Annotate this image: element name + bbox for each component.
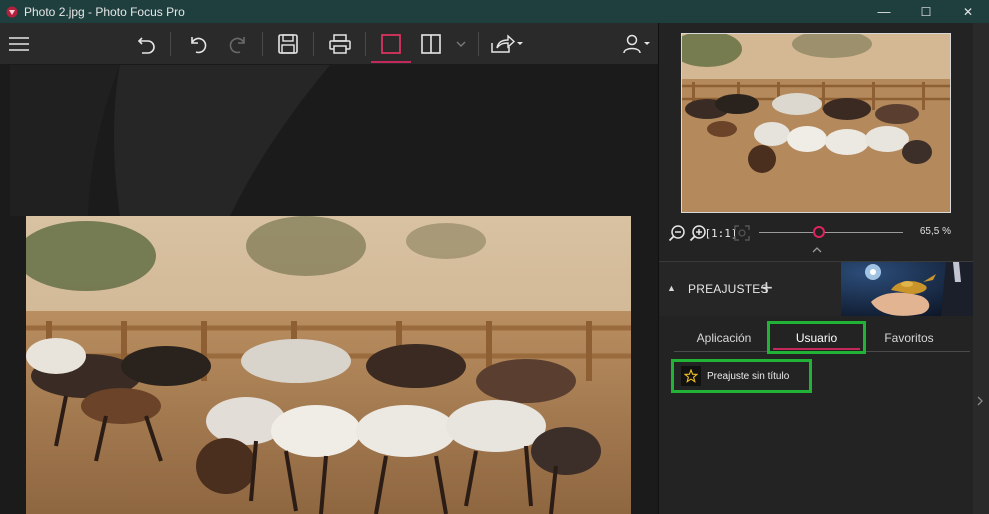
- tab-favoritos[interactable]: Favoritos: [869, 323, 949, 353]
- zoom-value: 65,5 %: [919, 226, 951, 237]
- presets-banner-image: [841, 262, 975, 316]
- navigator-thumbnail[interactable]: [681, 33, 951, 213]
- toolbar-divider: [170, 32, 171, 56]
- undo-history-icon[interactable]: [134, 23, 160, 65]
- active-tab-indicator: [773, 348, 860, 350]
- active-view-indicator: [371, 61, 411, 63]
- preset-tabs: Aplicación Usuario Favoritos: [659, 321, 975, 354]
- share-icon[interactable]: [488, 23, 524, 65]
- star-icon[interactable]: [681, 366, 701, 386]
- right-panel-collapse-strip[interactable]: [973, 23, 989, 514]
- right-panel: [1:1] 65,5 % ▲ PREAJUSTES + Aplicación U…: [658, 23, 989, 514]
- chevron-right-icon[interactable]: [976, 395, 984, 410]
- tab-usuario-label: Usuario: [795, 330, 838, 345]
- app-logo-icon: [6, 6, 18, 17]
- expand-triangle-icon[interactable]: ▲: [667, 283, 676, 293]
- toolbar: [0, 23, 658, 65]
- preset-item-label: Preajuste sin título: [707, 370, 790, 382]
- title-bar: Photo 2.jpg - Photo Focus Pro — ☐ ✕: [0, 0, 989, 23]
- print-icon[interactable]: [326, 23, 354, 65]
- add-preset-button[interactable]: +: [760, 275, 773, 301]
- redo-icon[interactable]: [225, 23, 251, 65]
- maximize-button[interactable]: ☐: [905, 0, 947, 23]
- toolbar-divider: [313, 32, 314, 56]
- tab-aplicacion[interactable]: Aplicación: [684, 323, 764, 353]
- zoom-controls: [1:1] 65,5 %: [667, 222, 977, 244]
- preset-item[interactable]: Preajuste sin título: [671, 359, 812, 393]
- zoom-slider-handle[interactable]: [813, 226, 826, 238]
- app-window: Photo 2.jpg - Photo Focus Pro — ☐ ✕ [1:1…: [0, 0, 989, 514]
- presets-header[interactable]: ▲ PREAJUSTES +: [659, 262, 975, 316]
- zoom-out-icon[interactable]: [667, 222, 687, 244]
- minimize-button[interactable]: —: [863, 0, 905, 23]
- collapse-navigator-icon[interactable]: [811, 246, 823, 256]
- image-canvas[interactable]: [0, 65, 658, 514]
- undo-icon[interactable]: [185, 23, 211, 65]
- single-view-icon[interactable]: [375, 23, 407, 65]
- fit-screen-icon[interactable]: [732, 222, 752, 244]
- save-icon[interactable]: [275, 23, 301, 65]
- window-title: Photo 2.jpg - Photo Focus Pro: [24, 4, 185, 19]
- menu-icon[interactable]: [6, 23, 32, 65]
- split-view-icon[interactable]: [417, 23, 445, 65]
- toolbar-divider: [478, 32, 479, 56]
- actual-size-icon[interactable]: [1:1]: [704, 222, 737, 244]
- tab-usuario[interactable]: Usuario: [767, 321, 866, 354]
- main-photo: [26, 216, 631, 514]
- presets-heading: PREAJUSTES: [688, 282, 769, 296]
- close-button[interactable]: ✕: [947, 0, 989, 23]
- split-view-dropdown-icon[interactable]: [453, 23, 469, 65]
- zoom-slider[interactable]: [759, 232, 903, 233]
- toolbar-divider: [365, 32, 366, 56]
- toolbar-divider: [262, 32, 263, 56]
- user-account-icon[interactable]: [619, 23, 653, 65]
